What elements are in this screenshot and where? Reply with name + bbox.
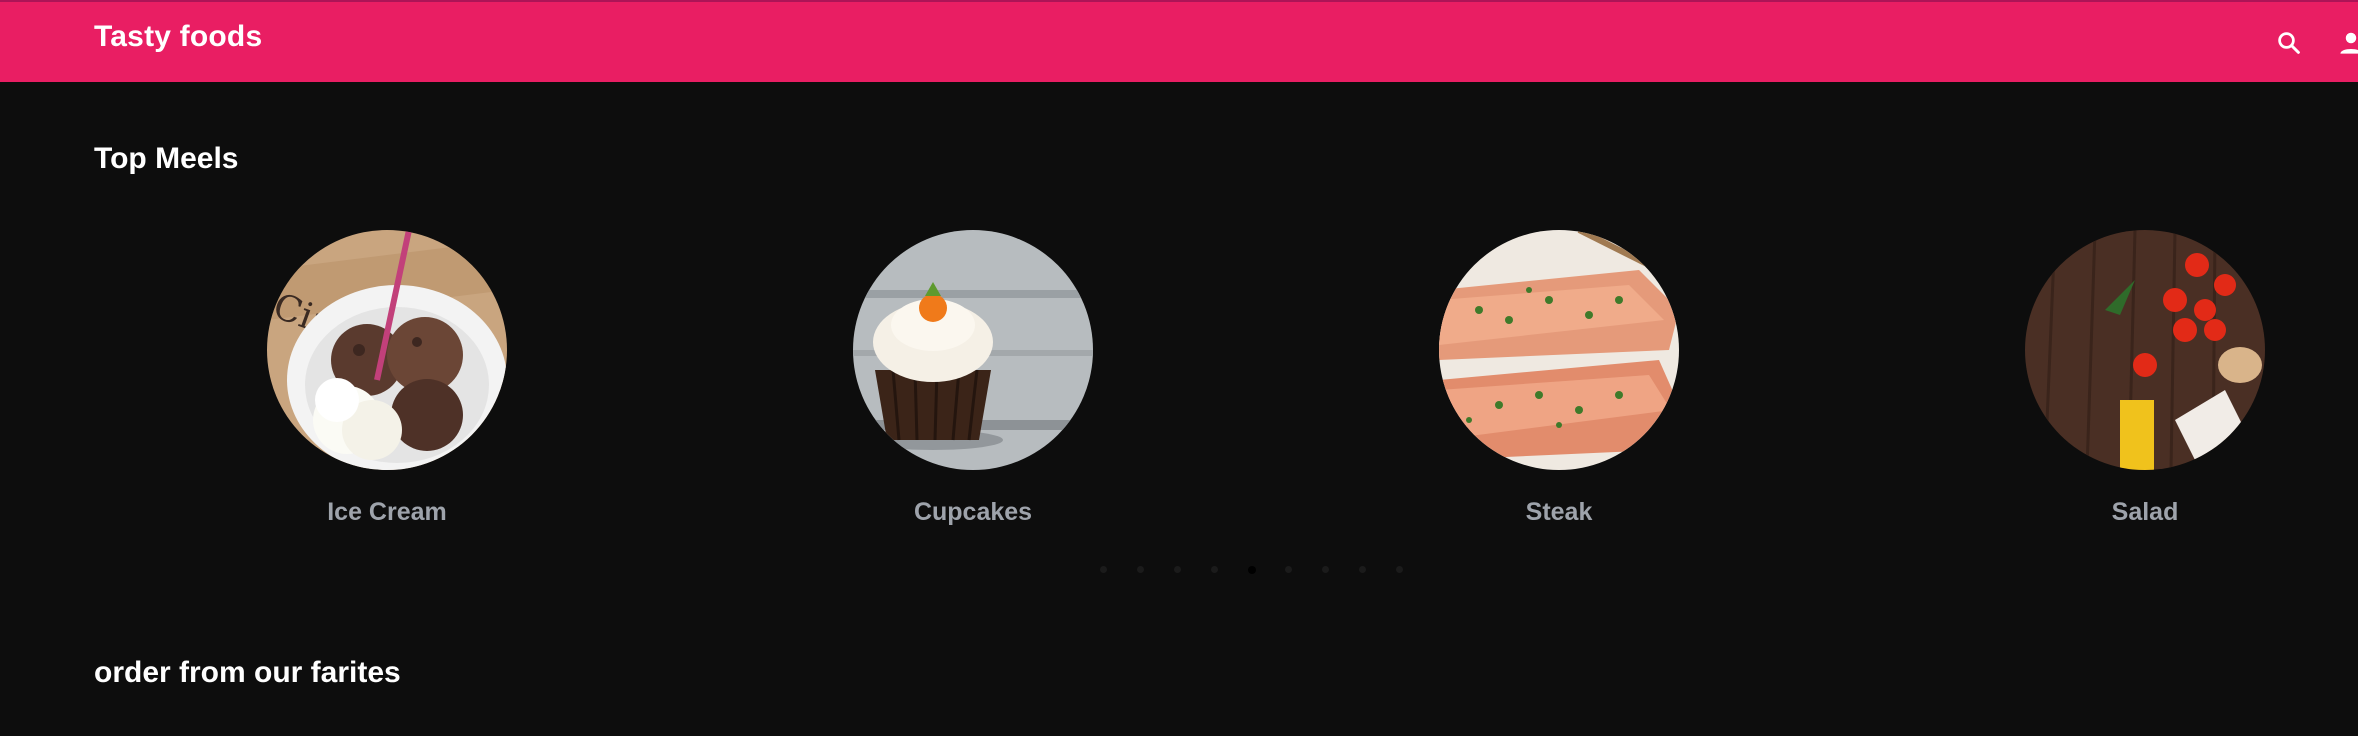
search-icon[interactable] bbox=[2274, 28, 2304, 58]
meal-card-cupcakes[interactable]: Cupcakes bbox=[853, 230, 1093, 527]
meal-card-salad[interactable]: Salad bbox=[2025, 230, 2265, 527]
carousel-dot[interactable] bbox=[1100, 566, 1107, 573]
brand-title[interactable]: Tasty foods bbox=[94, 20, 262, 54]
carousel-dot[interactable] bbox=[1137, 566, 1144, 573]
carousel-dot[interactable] bbox=[1248, 566, 1256, 574]
carousel-dot[interactable] bbox=[1285, 566, 1292, 573]
carousel-dot[interactable] bbox=[1211, 566, 1218, 573]
carousel-dot[interactable] bbox=[1359, 566, 1366, 573]
account-icon[interactable] bbox=[2336, 28, 2358, 58]
meal-label: Steak bbox=[1525, 498, 1593, 526]
meal-label: Cupcakes bbox=[913, 498, 1033, 526]
meal-card-steak[interactable]: Steak bbox=[1439, 230, 1679, 527]
carousel-dot[interactable] bbox=[1174, 566, 1181, 573]
carousel-dot[interactable] bbox=[1322, 566, 1329, 573]
favorites-heading: order from our farites bbox=[94, 656, 401, 689]
salad-image bbox=[2025, 230, 2265, 470]
top-meals-heading: Top Meels bbox=[94, 142, 239, 175]
ice-cream-image: Ciao bbox=[267, 230, 507, 470]
meal-card-ice-cream[interactable]: Ciao Ice Cream bbox=[267, 230, 507, 527]
steak-image bbox=[1439, 230, 1679, 470]
carousel-dot[interactable] bbox=[1396, 566, 1403, 573]
app-header: Tasty foods bbox=[0, 0, 2358, 82]
meal-label: Salad bbox=[2111, 498, 2179, 526]
cupcake-image bbox=[853, 230, 1093, 470]
meal-label: Ice Cream bbox=[327, 498, 447, 526]
